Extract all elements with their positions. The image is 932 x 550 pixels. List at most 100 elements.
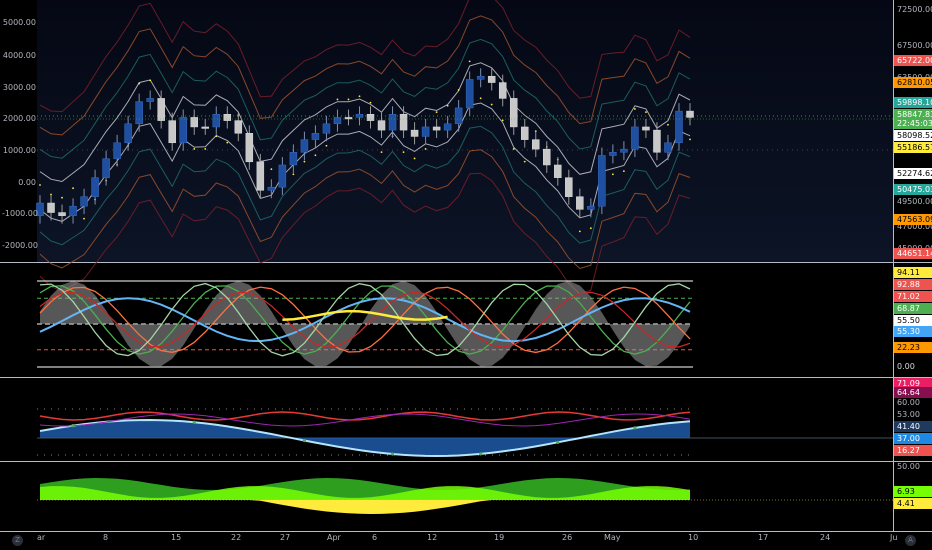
price-pane-background xyxy=(37,0,893,262)
candle-body xyxy=(664,142,672,153)
sar-dot xyxy=(689,138,691,141)
price-tag: 50475.03 xyxy=(894,184,932,195)
sar-dot xyxy=(501,119,504,122)
osc-value-tag: 92.88 xyxy=(894,279,932,290)
candle-body xyxy=(576,196,584,210)
sar-dot xyxy=(369,101,372,104)
x-axis-label: 12 xyxy=(427,533,438,542)
osc-value-tag: 68.87 xyxy=(894,303,932,314)
sar-dot xyxy=(358,95,361,98)
trading-chart[interactable] xyxy=(0,0,932,550)
x-axis-label: 24 xyxy=(820,533,831,542)
candle-body xyxy=(168,120,176,144)
sar-dot xyxy=(413,157,416,160)
x-axis-label: May xyxy=(604,533,621,542)
candle-body xyxy=(554,164,562,178)
sar-dot xyxy=(457,89,460,91)
zoom-button[interactable]: Z xyxy=(12,535,23,546)
sar-dot xyxy=(380,151,383,154)
sar-dot xyxy=(589,227,592,230)
candle-body xyxy=(410,129,419,137)
candle-body xyxy=(311,133,320,140)
sar-dot xyxy=(325,144,328,147)
x-axis-label: 22 xyxy=(231,533,242,542)
left-axis-tick: 1000.00 xyxy=(2,146,36,155)
left-axis-tick: -2000.00 xyxy=(2,241,38,250)
candle-body xyxy=(47,202,55,213)
momentum-value-tag: 6.93 xyxy=(894,486,932,497)
sar-dot xyxy=(303,160,306,163)
rsi-signal-dot xyxy=(192,420,196,424)
candle-body xyxy=(146,98,154,102)
rsi-value-tag: 53.00 xyxy=(897,410,920,419)
rsi-signal-dot xyxy=(479,452,483,456)
osc-value-tag: 71.02 xyxy=(894,291,932,302)
candle-body xyxy=(201,126,210,129)
candle-body xyxy=(256,161,265,191)
price-tag: 65722.00 xyxy=(894,55,932,66)
x-axis-label: 19 xyxy=(494,533,505,542)
rsi-signal-dot xyxy=(302,438,307,443)
osc-value-tag: 22.23 xyxy=(894,342,932,353)
momentum-value-tag: 4.41 xyxy=(894,498,932,509)
sar-dot xyxy=(83,217,85,220)
price-tag: 58098.52 xyxy=(894,130,932,141)
candle-body xyxy=(465,79,474,109)
candle-body xyxy=(355,114,364,118)
candle-body xyxy=(443,123,452,131)
sar-dot xyxy=(226,141,229,144)
left-axis-tick: 5000.00 xyxy=(2,18,36,27)
price-tag: 59898.10 xyxy=(894,97,932,108)
sar-dot xyxy=(336,98,339,101)
sar-dot xyxy=(314,154,317,157)
pane-separator xyxy=(0,262,932,263)
candle-body xyxy=(532,139,540,150)
sar-dot xyxy=(479,97,482,100)
auto-scale-button[interactable]: A xyxy=(905,535,916,546)
x-axis-label: 17 xyxy=(758,533,769,542)
candle-body xyxy=(476,75,485,80)
candle-body xyxy=(565,177,573,197)
sar-dot xyxy=(424,148,427,150)
osc-value-tag: 55.30 xyxy=(894,326,932,337)
momentum-value-tag: 50.00 xyxy=(897,462,920,471)
candle-body xyxy=(80,196,88,207)
candle-body xyxy=(587,205,595,210)
price-tag: 55186.57 xyxy=(894,142,932,153)
price-tag: 44651.14 xyxy=(894,248,932,259)
price-tag: 52274.62 xyxy=(894,168,932,179)
candle-body xyxy=(675,110,683,144)
candle-body xyxy=(179,117,187,144)
candle-body xyxy=(267,186,276,191)
price-tag: 62810.05 xyxy=(894,77,932,88)
sar-dot xyxy=(578,230,581,233)
rsi-value-tag: 60.00 xyxy=(897,398,920,407)
rsi-value-tag: 37.00 xyxy=(894,433,932,444)
sar-dot xyxy=(193,148,196,150)
x-axis-label: 8 xyxy=(103,533,109,542)
candle-body xyxy=(543,148,551,166)
candle-body xyxy=(113,142,121,159)
x-axis-label: ar xyxy=(37,533,46,542)
left-axis-tick: 0.00 xyxy=(18,178,36,187)
right-axis-tick: 72500.00 xyxy=(897,5,932,14)
candle-body xyxy=(223,114,232,121)
candle-body xyxy=(631,126,639,150)
sar-dot xyxy=(611,173,614,176)
candle-body xyxy=(289,152,298,166)
sar-dot xyxy=(39,184,41,186)
x-axis-line xyxy=(0,531,932,532)
candle-body xyxy=(135,101,143,125)
x-axis-label: Apr xyxy=(327,533,341,542)
sar-dot xyxy=(667,123,669,126)
sar-dot xyxy=(72,187,74,190)
candle-body xyxy=(432,126,441,131)
sar-dot xyxy=(645,111,647,114)
candle-body xyxy=(454,107,463,125)
sar-dot xyxy=(523,160,526,163)
candle-body xyxy=(487,75,496,83)
sar-dot xyxy=(292,173,295,176)
pane-separator xyxy=(0,461,932,462)
sar-dot xyxy=(61,196,63,199)
candle-body xyxy=(520,126,529,140)
